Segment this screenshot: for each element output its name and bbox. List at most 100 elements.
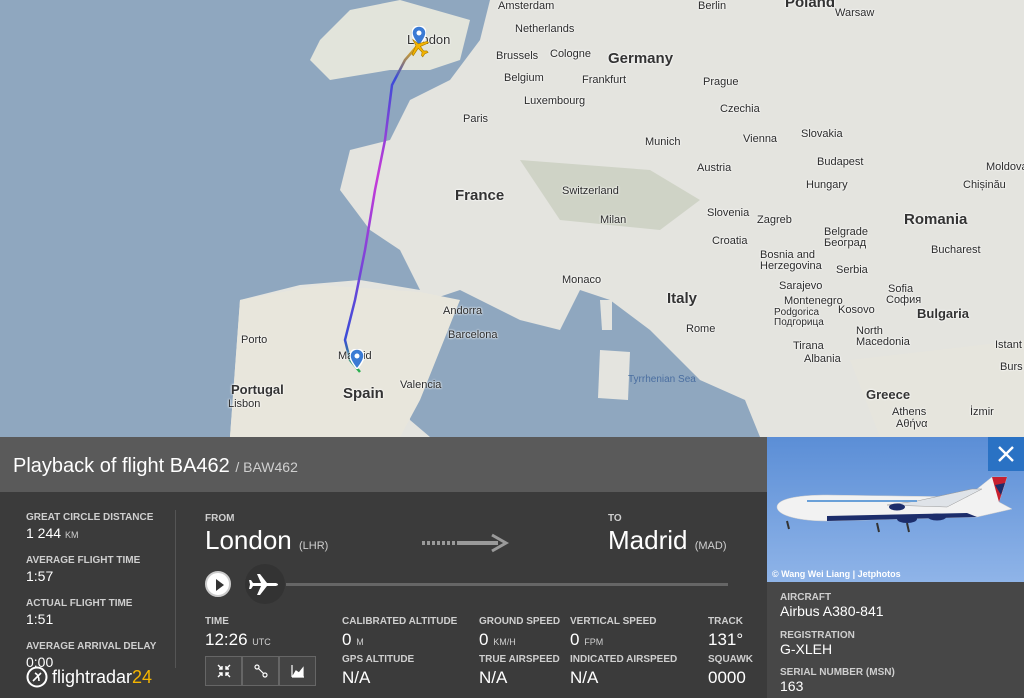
map-label-france: France [455,187,505,204]
map-label-montenegro: Montenegro [784,295,843,307]
destination-marker-icon[interactable] [350,349,364,369]
map-label-valencia: Valencia [400,379,442,391]
panel-header: Playback of flight BA462 / BAW462 [0,437,767,492]
map-label-berlin: Berlin [698,0,727,12]
map-label-bucharest: Bucharest [931,244,981,256]
aircraft-photo[interactable]: © Wang Wei Liang | Jetphotos [767,437,1024,582]
map-label-andorra: Andorra [443,305,483,317]
calibrated-altitude-label: CALIBRATED ALTITUDE [342,616,458,627]
aircraft-info: AIRCRAFT Airbus A380-841 REGISTRATION G-… [767,582,1024,698]
map-label-switzerland: Switzerland [562,185,619,197]
aircraft-image [776,476,1013,533]
collapse-view-button[interactable] [205,656,242,686]
origin-city-name: London [205,525,292,555]
chart-icon [290,665,304,678]
collapse-icon [217,664,230,678]
stat-value: 1:51 [26,611,54,627]
aircraft-position-icon[interactable] [408,36,430,58]
map-label-sarajevo: Sarajevo [779,280,823,292]
map-label-izmir: İzmir [970,406,994,418]
map-label-kosovo: Kosovo [838,304,875,316]
map-label-athens-gr: Αθήνα [896,418,928,430]
map-label-prague: Prague [703,76,739,88]
map-label-moldova: Moldova [986,161,1024,173]
true-airspeed-value: N/A [479,668,508,687]
stat-value: 1:57 [26,568,54,584]
map-label-germany: Germany [608,50,674,67]
map-label-italy: Italy [667,290,698,307]
serial-number-value: 163 [780,678,804,694]
map-label-podgorica-cyr: Подгорица [774,317,824,328]
map-label-romania: Romania [904,211,968,228]
map-label-brussels: Brussels [496,50,539,62]
map-label-istanbul: Istant [995,339,1022,351]
stat-label: AVERAGE ARRIVAL DELAY [26,641,157,652]
origin-city: London (LHR) [205,525,328,556]
map-label-croatia: Croatia [712,235,748,247]
playback-scrubber[interactable] [245,564,285,604]
ground-speed-value: 0 KM/H [479,630,516,650]
destination-city-name: Madrid [608,525,688,555]
map-label-paris: Paris [463,113,489,125]
photo-credit[interactable]: © Wang Wei Liang | Jetphotos [772,569,901,579]
distance-value: 1 244 [26,525,62,541]
track-value: 131° [708,630,744,649]
squawk-label: SQUAWK [708,654,753,665]
from-label: FROM [205,513,235,524]
gps-altitude-label: GPS ALTITUDE [342,654,415,665]
ground-speed-label: GROUND SPEED [479,616,561,627]
registration-value: G-XLEH [780,641,833,657]
vertical-speed-value: 0 FPM [570,630,603,650]
map-label-porto: Porto [241,334,268,346]
map-label-munich: Munich [645,136,681,148]
map-label-spain: Spain [343,385,384,402]
close-button[interactable] [988,437,1024,471]
flight-playback-panel: Playback of flight BA462 / BAW462 GREAT … [0,437,767,698]
map-label-chisinau: Chișinău [963,179,1006,191]
map-label-tirana: Tirana [793,340,824,352]
map-label-slovakia: Slovakia [801,128,843,140]
logo-text: flightradar24 [52,667,152,688]
radar-logo-icon [26,666,48,688]
chart-view-button[interactable] [279,656,316,686]
calibrated-altitude-number: 0 [342,630,352,649]
map-label-zagreb: Zagreb [757,214,792,226]
map-label-serbia: Serbia [836,264,868,276]
map-label-vienna: Vienna [743,133,778,145]
stat-label: GREAT CIRCLE DISTANCE [26,512,154,523]
map-label-tyrrhenian: Tyrrhenian Sea [628,374,696,385]
flightradar24-logo[interactable]: flightradar24 [26,666,152,688]
playback-timeline[interactable] [286,583,728,586]
map-label-budapest: Budapest [817,156,864,168]
destination-city: Madrid (MAD) [608,525,727,556]
calibrated-altitude-value: 0 M [342,630,364,650]
playback-tools [205,656,316,686]
map-label-luxembourg: Luxembourg [524,95,586,107]
ground-speed-number: 0 [479,630,489,649]
track-label: TRACK [708,616,743,627]
map-label-amsterdam: Amsterdam [498,0,555,12]
play-button[interactable] [205,571,231,597]
route-arrow-icon [422,533,510,553]
map-label-greece: Greece [866,387,911,402]
aircraft-type: Airbus A380-841 [780,603,884,619]
map-label-bulgaria: Bulgaria [917,306,970,321]
time-value: 12:26 UTC [205,630,271,650]
map-label-albania: Albania [804,353,841,365]
flight-map[interactable]: Amsterdam Berlin Poland Warsaw Netherlan… [0,0,1024,437]
serial-number-label: SERIAL NUMBER (MSN) [780,667,895,678]
vertical-speed-label: VERTICAL SPEED [570,616,657,627]
map-label-sofia-cyr: София [886,294,922,306]
route-view-button[interactable] [242,656,279,686]
map-label-belgrade-cyr: Београд [824,237,867,249]
stat-label: ACTUAL FLIGHT TIME [26,598,133,609]
flight-callsign: / BAW462 [235,459,298,475]
vertical-speed-unit: FPM [584,637,604,647]
map-label-portugal: Portugal [231,382,284,397]
destination-code: (MAD) [694,540,727,552]
calibrated-altitude-unit: M [356,637,364,647]
time-label: TIME [205,616,229,627]
map-label-north-macedonia: North Macedonia [856,325,910,348]
map-label-bosnia: Bosnia and Herzegovina [760,249,822,272]
time-number: 12:26 [205,630,248,649]
